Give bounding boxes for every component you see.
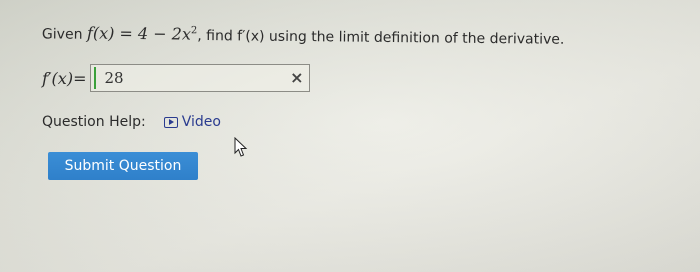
question-help-label: Question Help: (42, 114, 146, 130)
answer-value: 28 (104, 69, 124, 87)
mouse-pointer-icon (234, 137, 248, 157)
submit-question-button[interactable]: Submit Question (48, 152, 198, 180)
clear-icon[interactable]: × (290, 68, 303, 87)
video-play-icon (163, 116, 178, 128)
answer-row: f′(x)= 28 × (42, 64, 311, 92)
answer-label: f′(x)= (42, 68, 87, 88)
question-function: f(x) = 4 − 2x2 (86, 23, 198, 44)
video-link[interactable]: Video (163, 114, 221, 130)
question-text: Given f(x) = 4 − 2x2, find f′(x) using t… (42, 18, 565, 52)
answer-input[interactable]: 28 × (90, 64, 311, 92)
question-instructions: , find f′(x) using the limit definition … (197, 27, 565, 48)
input-marker (94, 67, 97, 89)
video-link-label: Video (181, 114, 221, 130)
question-given: Given (41, 26, 83, 43)
question-help: Question Help: Video (42, 114, 221, 130)
